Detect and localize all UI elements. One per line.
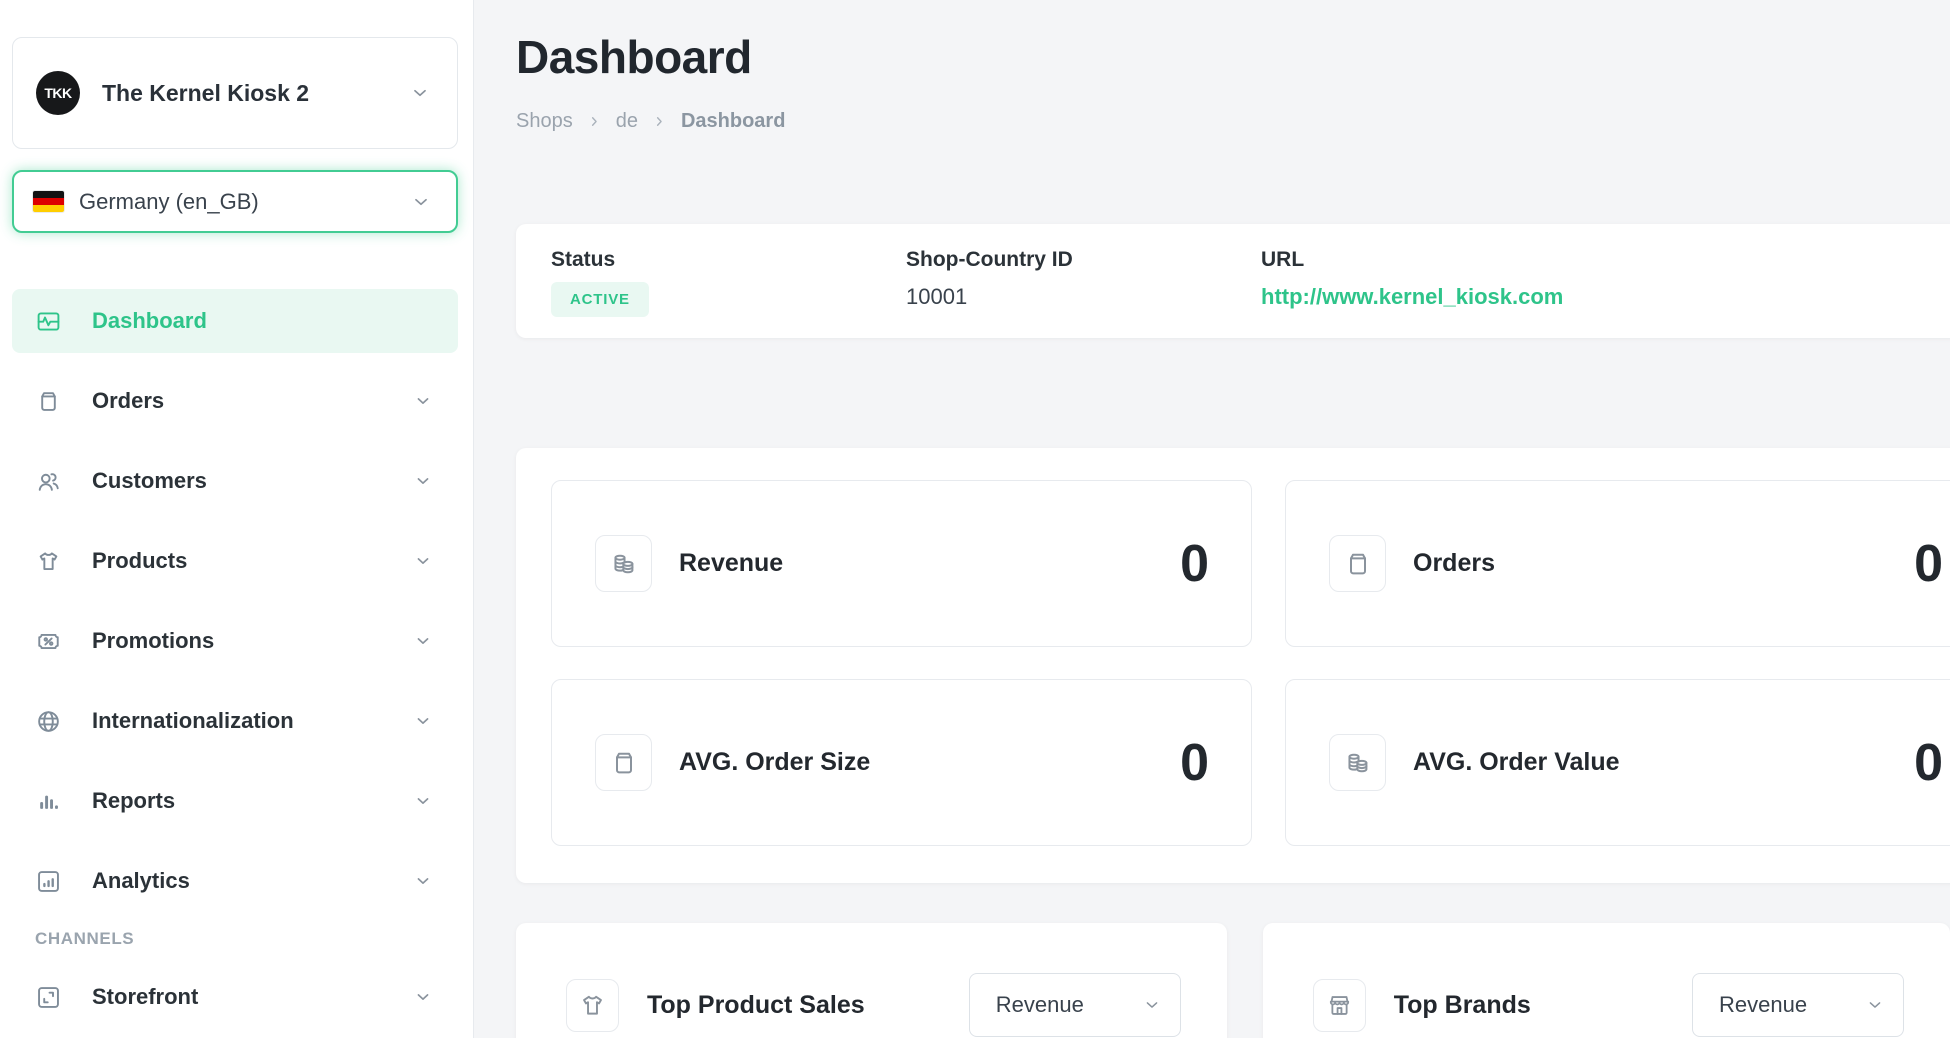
top-brands-sort-select[interactable]: Revenue: [1692, 973, 1904, 1037]
status-badge: ACTIVE: [551, 282, 649, 317]
sidebar-item-promotions[interactable]: Promotions: [12, 609, 458, 673]
metric-card-revenue: Revenue 0: [551, 480, 1252, 647]
sidebar-item-label: Products: [92, 548, 187, 574]
top-product-sales-sort-select[interactable]: Revenue: [969, 973, 1181, 1037]
chevron-right-icon: [587, 114, 602, 129]
dashboard-icon: [35, 308, 62, 335]
tshirt-icon: [35, 548, 62, 575]
breadcrumb: Shops de Dashboard: [516, 110, 1950, 133]
shop-name: The Kernel Kiosk 2: [102, 80, 309, 107]
status-field: Status ACTIVE: [551, 248, 906, 338]
sidebar: TKK The Kernel Kiosk 2 Germany (en_GB) D…: [0, 0, 474, 1038]
sidebar-item-customers[interactable]: Customers: [12, 449, 458, 513]
analytics-box-icon: [35, 868, 62, 895]
bar-chart-icon: [35, 788, 62, 815]
sidebar-item-label: Promotions: [92, 628, 214, 654]
sidebar-item-storefront[interactable]: Storefront: [12, 965, 458, 1029]
top-product-sales-panel: Top Product Sales Revenue: [516, 923, 1227, 1038]
germany-flag-icon: [33, 191, 64, 212]
sidebar-item-label: Analytics: [92, 868, 190, 894]
sort-select-value: Revenue: [1719, 992, 1807, 1018]
store-icon: [1313, 979, 1366, 1032]
chevron-down-icon: [413, 471, 433, 491]
metric-label: Revenue: [679, 549, 783, 578]
locale-selector[interactable]: Germany (en_GB): [12, 170, 458, 233]
page-title: Dashboard: [516, 30, 1950, 84]
metric-card-avg-order-value: AVG. Order Value 0: [1285, 679, 1950, 846]
metric-label: AVG. Order Value: [1413, 748, 1620, 777]
chevron-down-icon: [413, 987, 433, 1007]
metric-value: 0: [1180, 733, 1209, 793]
sidebar-item-products[interactable]: Products: [12, 529, 458, 593]
chevron-down-icon: [413, 551, 433, 571]
tshirt-icon: [566, 979, 619, 1032]
chevron-down-icon: [413, 711, 433, 731]
shop-country-id-label: Shop-Country ID: [906, 248, 1261, 272]
chevron-down-icon: [410, 191, 432, 213]
panel-title: Top Product Sales: [647, 991, 865, 1020]
metric-value: 0: [1914, 733, 1943, 793]
channels-section-label: CHANNELS: [35, 929, 458, 949]
coins-icon: [595, 535, 652, 592]
coins-icon: [1329, 734, 1386, 791]
metric-card-orders: Orders 0: [1285, 480, 1950, 647]
sidebar-item-label: Customers: [92, 468, 207, 494]
panel-title: Top Brands: [1394, 991, 1531, 1020]
chevron-down-icon: [413, 391, 433, 411]
top-brands-panel: Top Brands Revenue: [1263, 923, 1950, 1038]
sidebar-item-label: Internationalization: [92, 708, 294, 734]
status-label: Status: [551, 248, 906, 272]
orders-bag-icon: [35, 388, 62, 415]
metric-label: AVG. Order Size: [679, 748, 870, 777]
sidebar-item-label: Reports: [92, 788, 175, 814]
shop-avatar: TKK: [36, 71, 80, 115]
sidebar-item-analytics[interactable]: Analytics: [12, 849, 458, 913]
shop-selector[interactable]: TKK The Kernel Kiosk 2: [12, 37, 458, 149]
metric-value: 0: [1180, 534, 1209, 594]
sidebar-item-dashboard[interactable]: Dashboard: [12, 289, 458, 353]
breadcrumb-current: Dashboard: [681, 110, 785, 133]
shop-country-id-field: Shop-Country ID 10001: [906, 248, 1261, 338]
sidebar-item-orders[interactable]: Orders: [12, 369, 458, 433]
chevron-down-icon: [1865, 995, 1885, 1015]
sort-select-value: Revenue: [996, 992, 1084, 1018]
metric-card-avg-order-size: AVG. Order Size 0: [551, 679, 1252, 846]
chevron-right-icon: [652, 114, 667, 129]
sidebar-item-internationalization[interactable]: Internationalization: [12, 689, 458, 753]
main-content: Dashboard Shops de Dashboard Status ACTI…: [474, 0, 1950, 1038]
customers-icon: [35, 468, 62, 495]
metric-label: Orders: [1413, 549, 1495, 578]
storefront-icon: [35, 984, 62, 1011]
shop-url-link[interactable]: http://www.kernel_kiosk.com: [1261, 284, 1563, 310]
breadcrumb-shops[interactable]: Shops: [516, 110, 573, 133]
sidebar-item-label: Storefront: [92, 984, 198, 1010]
locale-label: Germany (en_GB): [79, 189, 259, 215]
shop-country-id-value: 10001: [906, 284, 1261, 310]
chevron-down-icon: [413, 791, 433, 811]
sidebar-nav: Dashboard Orders Customers Product: [12, 289, 458, 1029]
sidebar-item-label: Dashboard: [92, 308, 207, 334]
url-label: URL: [1261, 248, 1563, 272]
breadcrumb-de[interactable]: de: [616, 110, 638, 133]
chevron-down-icon: [1142, 995, 1162, 1015]
shop-info-card: Status ACTIVE Shop-Country ID 10001 URL …: [516, 224, 1950, 338]
sidebar-item-label: Orders: [92, 388, 164, 414]
sidebar-item-reports[interactable]: Reports: [12, 769, 458, 833]
globe-icon: [35, 708, 62, 735]
chevron-down-icon: [409, 82, 431, 104]
metric-value: 0: [1914, 534, 1943, 594]
chevron-down-icon: [413, 631, 433, 651]
metrics-panel: Revenue 0 Orders 0 AVG. Order Size 0: [516, 448, 1950, 883]
orders-bag-icon: [595, 734, 652, 791]
url-field: URL http://www.kernel_kiosk.com: [1261, 248, 1563, 338]
promotion-ticket-icon: [35, 628, 62, 655]
bottom-panels: Top Product Sales Revenue Top Brands Rev…: [516, 923, 1950, 1038]
orders-bag-icon: [1329, 535, 1386, 592]
chevron-down-icon: [413, 871, 433, 891]
